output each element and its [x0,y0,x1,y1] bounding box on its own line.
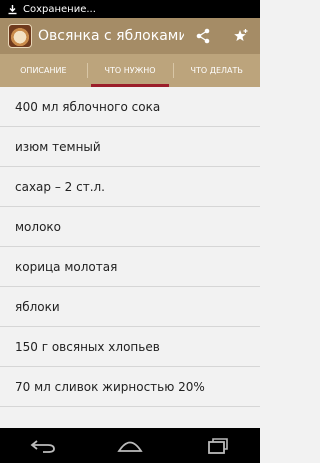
tab-ingredients[interactable]: ЧТО НУЖНО [86,54,174,87]
home-button[interactable] [110,431,150,461]
navigation-bar [0,428,260,463]
list-item[interactable]: 400 мл яблочного сока [0,87,260,127]
list-item[interactable]: молоко [0,207,260,247]
home-icon [117,441,143,452]
share-button[interactable] [184,18,222,54]
action-bar: Овсянка с яблоками [0,18,260,54]
recents-icon [207,437,228,454]
list-item[interactable]: корица молотая [0,247,260,287]
tab-label: ОПИСАНИЕ [20,66,67,75]
tab-label: ЧТО НУЖНО [104,66,156,75]
tab-steps[interactable]: ЧТО ДЕЛАТЬ [173,54,260,87]
oatmeal-dish-icon[interactable] [8,24,32,48]
list-item[interactable]: 150 г овсяных хлопьев [0,327,260,367]
tab-description[interactable]: ОПИСАНИЕ [0,54,87,87]
list-item[interactable]: 70 мл сливок жирностью 20% [0,367,260,407]
screen: Сохранение... Овсянка с яблоками ОПИСАНИ… [0,0,260,463]
list-item[interactable]: изюм темный [0,127,260,167]
recents-button[interactable] [197,431,237,461]
favorite-button[interactable] [222,18,260,54]
list-item[interactable]: яблоки [0,287,260,327]
back-icon [30,439,56,453]
download-icon [6,3,18,15]
list-item[interactable]: сахар – 2 ст.л. [0,167,260,207]
ingredient-list[interactable]: 400 мл яблочного сока изюм темный сахар … [0,87,260,428]
status-bar: Сохранение... [0,0,260,18]
status-text: Сохранение... [23,3,96,15]
tab-bar: ОПИСАНИЕ ЧТО НУЖНО ЧТО ДЕЛАТЬ [0,54,260,87]
back-button[interactable] [23,431,63,461]
star-add-icon [234,29,248,41]
app-title: Овсянка с яблоками [38,28,184,44]
share-icon [196,28,210,44]
tab-label: ЧТО ДЕЛАТЬ [190,66,243,75]
